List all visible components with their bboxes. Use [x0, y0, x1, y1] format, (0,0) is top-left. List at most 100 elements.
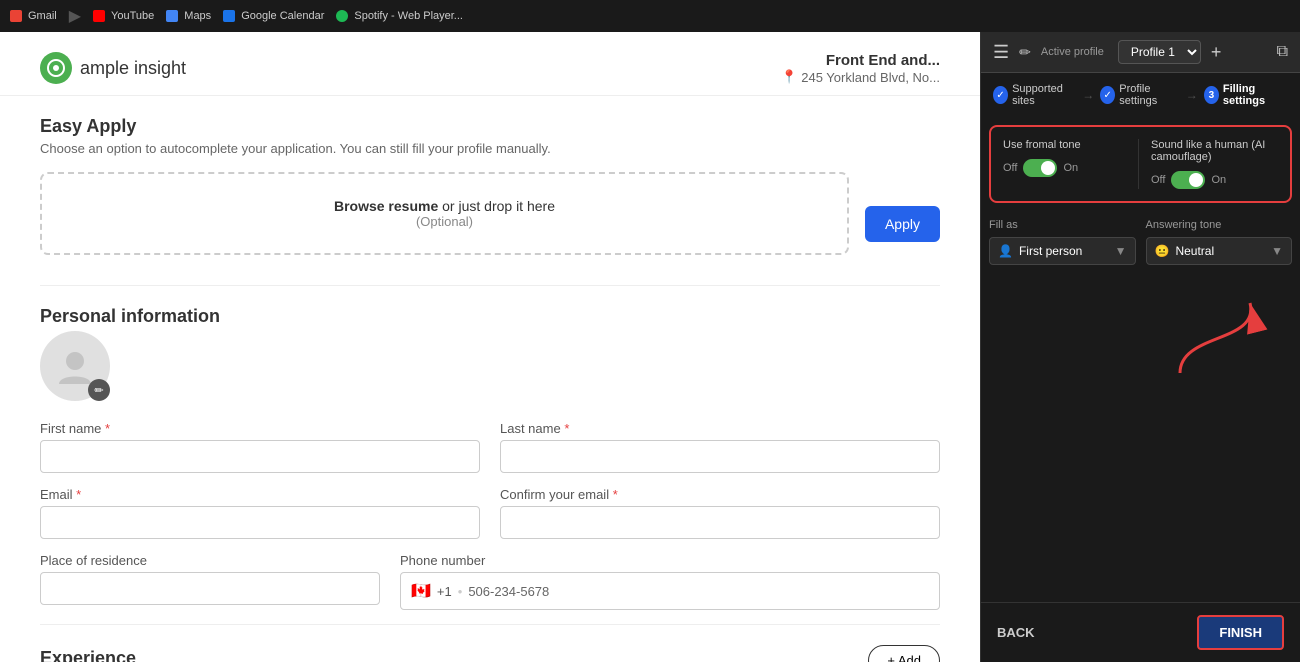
tab-spotify-label: Spotify - Web Player... — [354, 10, 463, 22]
extension-panel: ☰ ✏ Active profile Profile 1 + ⧉ ✓ Suppo… — [980, 32, 1300, 662]
answering-tone-arrow: ▼ — [1271, 244, 1283, 258]
content-area: ample insight Front End and... 📍 245 Yor… — [0, 32, 980, 662]
personal-info-section: Personal information ✏ First name * — [40, 285, 940, 610]
experience-section: Experience + Add — [40, 624, 940, 662]
copy-icon[interactable]: ⧉ — [1277, 43, 1288, 61]
spotify-favicon — [336, 10, 348, 22]
last-name-group: Last name * — [500, 421, 940, 473]
last-name-input[interactable] — [500, 440, 940, 473]
fromal-tone-setting: Use fromal tone Off On — [1003, 139, 1130, 177]
finish-button[interactable]: FINISH — [1197, 615, 1284, 650]
tab-maps-label: Maps — [184, 10, 211, 22]
phone-group: Phone number 🇨🇦 +1 • 506-234-5678 — [400, 553, 940, 610]
step-1-label: Supported sites — [1012, 83, 1076, 107]
avatar-wrapper: ✏ — [40, 331, 110, 401]
fromal-off-label: Off — [1003, 162, 1017, 174]
fill-as-icon: 👤 — [998, 244, 1013, 258]
human-sound-toggle[interactable] — [1171, 171, 1205, 189]
human-sound-setting: Sound like a human (AI camouflage) Off O… — [1138, 139, 1278, 189]
step-profile-settings: ✓ Profile settings — [1100, 83, 1180, 107]
first-name-label: First name * — [40, 421, 480, 436]
step-3-number: 3 — [1204, 86, 1219, 104]
fromal-tone-toggle[interactable] — [1023, 159, 1057, 177]
gcal-favicon — [223, 10, 235, 22]
easy-apply-section: Easy Apply Choose an option to autocompl… — [40, 116, 940, 275]
profile-selector[interactable]: Profile 1 — [1118, 40, 1201, 64]
step-1-check: ✓ — [993, 86, 1008, 104]
upload-box[interactable]: Browse resume or just drop it here (Opti… — [40, 172, 849, 255]
tab-gcal-label: Google Calendar — [241, 10, 324, 22]
fill-as-group: Fill as 👤 First person ▼ — [989, 219, 1136, 265]
email-label: Email * — [40, 487, 480, 502]
confirm-email-label: Confirm your email * — [500, 487, 940, 502]
upload-optional: (Optional) — [66, 214, 823, 229]
experience-add-button[interactable]: + Add — [868, 645, 940, 662]
page-content: Easy Apply Choose an option to autocompl… — [0, 96, 980, 662]
answering-tone-value: Neutral — [1175, 244, 1214, 258]
tab-youtube-label: YouTube — [111, 10, 154, 22]
tab-gcal[interactable]: Google Calendar — [223, 10, 324, 22]
fill-as-arrow: ▼ — [1115, 244, 1127, 258]
menu-icon[interactable]: ☰ — [993, 42, 1009, 63]
tab-youtube[interactable]: YouTube — [93, 10, 154, 22]
page-header: ample insight Front End and... 📍 245 Yor… — [0, 32, 980, 96]
browse-link[interactable]: Browse resume — [334, 198, 438, 214]
answering-tone-label: Answering tone — [1146, 219, 1293, 231]
avatar-edit-button[interactable]: ✏ — [88, 379, 110, 401]
residence-group: Place of residence — [40, 553, 380, 610]
phone-flag: 🇨🇦 — [411, 581, 431, 601]
extension-footer: BACK FINISH — [981, 602, 1300, 662]
personal-info-title: Personal information — [40, 306, 940, 327]
easy-apply-title: Easy Apply — [40, 116, 940, 137]
human-sound-label: Sound like a human (AI camouflage) — [1151, 139, 1278, 163]
step-2-check: ✓ — [1100, 86, 1115, 104]
tab-maps[interactable]: Maps — [166, 10, 211, 22]
confirm-email-input[interactable] — [500, 506, 940, 539]
upload-text: Browse resume or just drop it here — [66, 198, 823, 214]
step-3-label: Filling settings — [1223, 83, 1288, 107]
fill-as-row: Fill as 👤 First person ▼ Answering tone … — [981, 211, 1300, 273]
answering-tone-icon: 😐 — [1155, 244, 1170, 258]
fill-as-select[interactable]: 👤 First person ▼ — [989, 237, 1136, 265]
answering-tone-select[interactable]: 😐 Neutral ▼ — [1146, 237, 1293, 265]
fill-as-label: Fill as — [989, 219, 1136, 231]
extension-header: ☰ ✏ Active profile Profile 1 + ⧉ — [981, 32, 1300, 73]
logo-icon — [40, 52, 72, 84]
tab-gmail-label: Gmail — [28, 10, 57, 22]
fromal-tone-label: Use fromal tone — [1003, 139, 1130, 151]
back-button[interactable]: BACK — [997, 625, 1035, 640]
last-name-label: Last name * — [500, 421, 940, 436]
human-on-label: On — [1211, 174, 1226, 186]
job-location-text: 245 Yorkland Blvd, No... — [801, 70, 940, 85]
tab-gmail[interactable]: Gmail — [10, 10, 57, 22]
easy-apply-subtitle: Choose an option to autocomplete your ap… — [40, 141, 940, 156]
logo-text: ample insight — [80, 58, 186, 79]
browser-bar: Gmail ▶ YouTube Maps Google Calendar Spo… — [0, 0, 1300, 32]
add-profile-button[interactable]: + — [1211, 42, 1222, 63]
maps-favicon — [166, 10, 178, 22]
human-sound-toggle-row: Off On — [1151, 171, 1278, 189]
email-input[interactable] — [40, 506, 480, 539]
gmail-favicon — [10, 10, 22, 22]
answering-tone-group: Answering tone 😐 Neutral ▼ — [1146, 219, 1293, 265]
tab-spotify[interactable]: Spotify - Web Player... — [336, 10, 463, 22]
apply-button[interactable]: Apply — [865, 206, 940, 242]
job-title: Front End and... — [781, 52, 940, 69]
first-name-input[interactable] — [40, 440, 480, 473]
active-profile-label: Active profile — [1041, 46, 1104, 58]
fromal-tone-toggle-row: Off On — [1003, 159, 1130, 177]
youtube-favicon — [93, 10, 105, 22]
step-2-label: Profile settings — [1119, 83, 1180, 107]
address-row: Place of residence Phone number 🇨🇦 +1 • … — [40, 553, 940, 610]
phone-code: +1 — [437, 584, 452, 599]
fill-as-value: First person — [1019, 244, 1082, 258]
email-group: Email * — [40, 487, 480, 539]
phone-number: 506-234-5678 — [468, 584, 549, 599]
red-arrow-indicator — [1160, 283, 1280, 383]
human-off-label: Off — [1151, 174, 1165, 186]
job-location: 📍 245 Yorkland Blvd, No... — [781, 69, 940, 85]
edit-icon[interactable]: ✏ — [1019, 44, 1031, 61]
first-name-group: First name * — [40, 421, 480, 473]
residence-input[interactable] — [40, 572, 380, 605]
phone-input[interactable]: 🇨🇦 +1 • 506-234-5678 — [400, 572, 940, 610]
